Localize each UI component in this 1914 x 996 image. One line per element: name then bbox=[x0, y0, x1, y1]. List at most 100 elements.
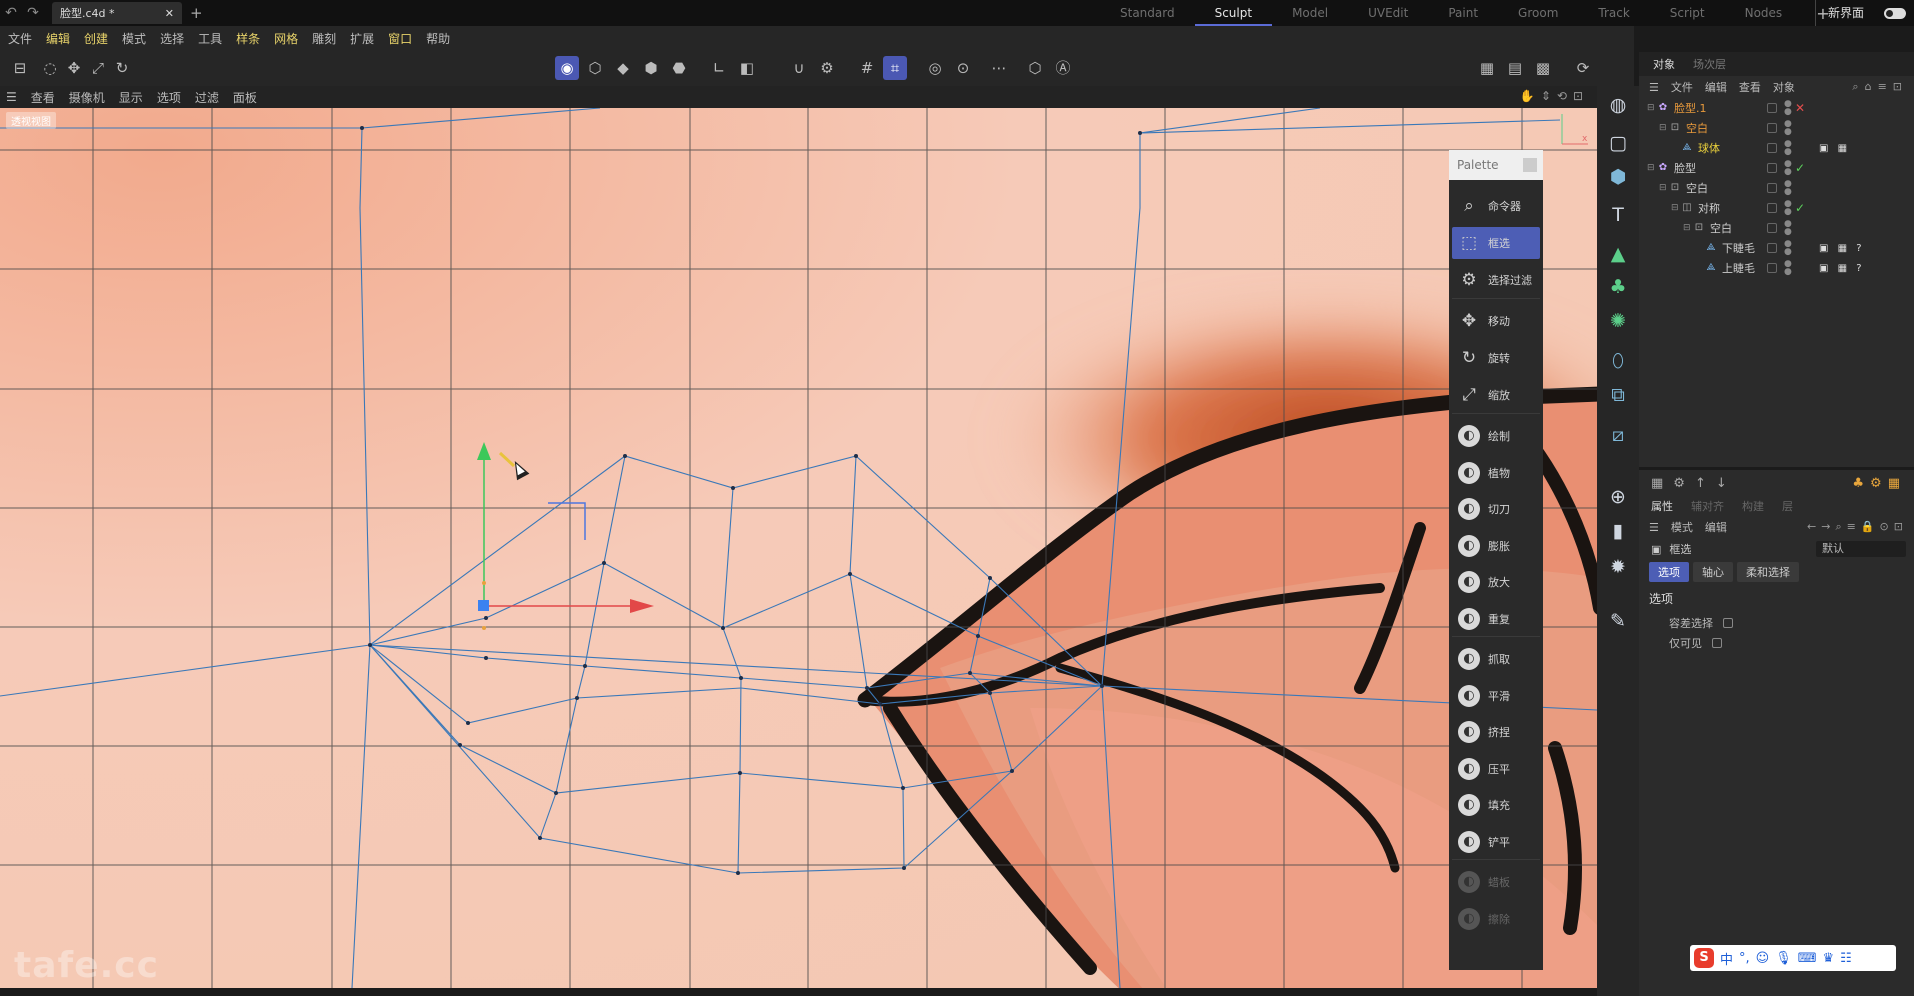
palette-item[interactable]: ◐ 切刀 bbox=[1452, 493, 1540, 525]
expand-toggle-icon[interactable]: ⊟ bbox=[1647, 163, 1657, 173]
object-manager-menu-item[interactable]: 查看 bbox=[1739, 79, 1761, 95]
move-tool-icon[interactable]: ✥ bbox=[62, 56, 86, 80]
tracer-icon[interactable]: ⧄ bbox=[1605, 422, 1631, 448]
attribute-tab[interactable]: 构建 bbox=[1742, 498, 1764, 514]
visibility-checkbox[interactable] bbox=[1767, 123, 1777, 133]
menu-item[interactable]: 工具 bbox=[198, 30, 222, 47]
object-tags[interactable]: ▣ ▦ ? bbox=[1819, 243, 1865, 254]
editor-render-dots-icon[interactable]: ● ● bbox=[1784, 260, 1792, 277]
generator-icon[interactable]: ▲ bbox=[1605, 241, 1631, 267]
ime-emoji-icon[interactable]: ☺ bbox=[1756, 951, 1770, 966]
palette-item[interactable]: ◐ 铲平 bbox=[1452, 826, 1540, 858]
expand-toggle-icon[interactable]: ⊟ bbox=[1647, 103, 1657, 113]
preset-dropdown[interactable]: 默认 bbox=[1816, 541, 1906, 557]
camera-icon[interactable]: ▮ bbox=[1605, 518, 1631, 544]
sync-icon[interactable]: ⟳ bbox=[1571, 56, 1595, 80]
layout-tab-track[interactable]: Track bbox=[1578, 0, 1649, 26]
viewport-menu-item[interactable]: 面板 bbox=[233, 89, 257, 106]
node-icons[interactable]: ♣⚙▦ bbox=[1852, 476, 1906, 491]
viewport-menu-item[interactable]: 查看 bbox=[31, 89, 55, 106]
expand-toggle-icon[interactable]: ⊟ bbox=[1659, 123, 1669, 133]
uv-mode-icon[interactable]: ⬣ bbox=[667, 56, 691, 80]
object-tree-row[interactable]: ⊟ ⊡ 空白 ● ● bbox=[1639, 218, 1914, 238]
viewport-canvas[interactable]: x bbox=[0, 108, 1597, 988]
points-mode-icon[interactable]: ◉ bbox=[555, 56, 579, 80]
menu-item[interactable]: 样条 bbox=[236, 30, 260, 47]
texture-mode-icon[interactable]: ◧ bbox=[735, 56, 759, 80]
object-manager-menu-item[interactable]: 编辑 bbox=[1705, 79, 1727, 95]
spline-rectangle-icon[interactable]: ▢ bbox=[1605, 130, 1631, 156]
field-icon[interactable]: ⧉ bbox=[1605, 382, 1631, 408]
menu-item[interactable]: 选择 bbox=[160, 30, 184, 47]
layout-tab-standard[interactable]: Standard bbox=[1100, 0, 1195, 26]
palette-item[interactable]: ◐ 植物 bbox=[1452, 457, 1540, 489]
menu-item[interactable]: 窗口 bbox=[388, 30, 412, 47]
deformer-icon[interactable]: ⬯ bbox=[1605, 348, 1631, 374]
attribute-menu-item[interactable]: 模式 bbox=[1671, 519, 1693, 535]
palette-item[interactable]: ✥ 移动 bbox=[1452, 305, 1540, 337]
hamburger-icon[interactable]: ☰ bbox=[1649, 521, 1659, 534]
hamburger-icon[interactable]: ☰ bbox=[1649, 81, 1659, 94]
editor-render-dots-icon[interactable]: ● ● bbox=[1784, 100, 1792, 117]
object-manager-tab[interactable]: 场次层 bbox=[1693, 56, 1726, 72]
palette-item[interactable]: ◐ 膨胀 bbox=[1452, 530, 1540, 562]
visibility-checkbox[interactable] bbox=[1767, 203, 1777, 213]
editor-render-dots-icon[interactable]: ● ● bbox=[1784, 160, 1792, 177]
environment-icon[interactable]: ⊕ bbox=[1605, 484, 1631, 510]
visibility-checkbox[interactable] bbox=[1767, 143, 1777, 153]
redo-icon[interactable]: ↷ bbox=[22, 5, 44, 21]
attribute-tab[interactable]: 属性 bbox=[1651, 498, 1673, 514]
palette-item[interactable]: ↻ 旋转 bbox=[1452, 342, 1540, 374]
object-manager-menu-item[interactable]: 文件 bbox=[1671, 79, 1693, 95]
editor-render-dots-icon[interactable]: ● ● bbox=[1784, 200, 1792, 217]
attribute-option[interactable]: 容差选择 bbox=[1639, 613, 1914, 633]
palette-item[interactable]: ⌕ 命令器 bbox=[1452, 190, 1540, 222]
layout-tab-script[interactable]: Script bbox=[1650, 0, 1725, 26]
viewport-solo-icon[interactable]: ⊟ bbox=[8, 56, 32, 80]
palette-header[interactable]: Palette bbox=[1449, 150, 1543, 180]
visibility-checkbox[interactable] bbox=[1767, 243, 1777, 253]
palette-item[interactable]: ◐ 绘制 bbox=[1452, 420, 1540, 452]
workplane-icon[interactable]: ◎ bbox=[923, 56, 947, 80]
editor-render-dots-icon[interactable]: ● ● bbox=[1784, 120, 1792, 137]
object-manager-menu-item[interactable]: 对象 bbox=[1773, 79, 1795, 95]
object-axis-icon[interactable]: ⬡ bbox=[1023, 56, 1047, 80]
palette-item[interactable]: ◐ 填充 bbox=[1452, 789, 1540, 821]
undo-icon[interactable]: ↶ bbox=[0, 5, 22, 21]
editor-render-dots-icon[interactable]: ● ● bbox=[1784, 240, 1792, 257]
menu-item[interactable]: 编辑 bbox=[46, 30, 70, 47]
new-tab-icon[interactable]: + bbox=[190, 4, 203, 22]
layout-tab-groom[interactable]: Groom bbox=[1498, 0, 1578, 26]
expand-toggle-icon[interactable]: ⊟ bbox=[1671, 203, 1681, 213]
lock-axis-icon[interactable]: Ⓐ bbox=[1051, 56, 1075, 80]
arrow-down-icon[interactable]: ↓ bbox=[1716, 476, 1727, 491]
editor-render-dots-icon[interactable]: ● ● bbox=[1784, 220, 1792, 237]
close-tab-icon[interactable]: ✕ bbox=[165, 7, 174, 20]
scale-tool-icon[interactable]: ⤢ bbox=[86, 56, 110, 80]
object-tree-row[interactable]: ⊟ ◫ 对称 ● ● ✓ bbox=[1639, 198, 1914, 218]
editor-render-dots-icon[interactable]: ● ● bbox=[1784, 140, 1792, 157]
layout-tab-nodes[interactable]: Nodes bbox=[1725, 0, 1803, 26]
render-picture-viewer-icon[interactable]: ▤ bbox=[1503, 56, 1527, 80]
viewport-hamburger-icon[interactable]: ☰ bbox=[6, 90, 17, 104]
object-tree-row[interactable]: ⟁ 球体 ● ● ▣ ▦ bbox=[1639, 138, 1914, 158]
visibility-checkbox[interactable] bbox=[1767, 263, 1777, 273]
palette-item[interactable]: ◐ 抓取 bbox=[1452, 643, 1540, 675]
expand-toggle-icon[interactable]: ⊟ bbox=[1683, 223, 1693, 233]
gear-icon[interactable]: ⚙ bbox=[1673, 476, 1685, 491]
symmetry-toggle-icon[interactable]: ⋯ bbox=[987, 56, 1011, 80]
text-icon[interactable]: T bbox=[1605, 202, 1631, 228]
expand-toggle-icon[interactable]: ⊟ bbox=[1659, 183, 1669, 193]
arrow-up-icon[interactable]: ↑ bbox=[1695, 476, 1706, 491]
menu-item[interactable]: 网格 bbox=[274, 30, 298, 47]
magnet-icon[interactable]: ∪ bbox=[787, 56, 811, 80]
object-tree-row[interactable]: ⊟ ✿ 脸型.1 ● ● ✕ bbox=[1639, 98, 1914, 118]
object-status-mark[interactable]: ✕ bbox=[1795, 101, 1805, 115]
new-ui-label[interactable]: 新界面 bbox=[1814, 0, 1864, 26]
palette-item[interactable]: ◐ 蜡板 bbox=[1452, 866, 1540, 898]
object-status-mark[interactable]: ✓ bbox=[1795, 161, 1805, 175]
snap-enable-icon[interactable]: ⌗ bbox=[883, 56, 907, 80]
layout-grid-icon[interactable]: ▦ bbox=[1651, 476, 1663, 491]
layout-tab-sculpt[interactable]: Sculpt bbox=[1194, 0, 1273, 26]
render-view-icon[interactable]: ▦ bbox=[1475, 56, 1499, 80]
